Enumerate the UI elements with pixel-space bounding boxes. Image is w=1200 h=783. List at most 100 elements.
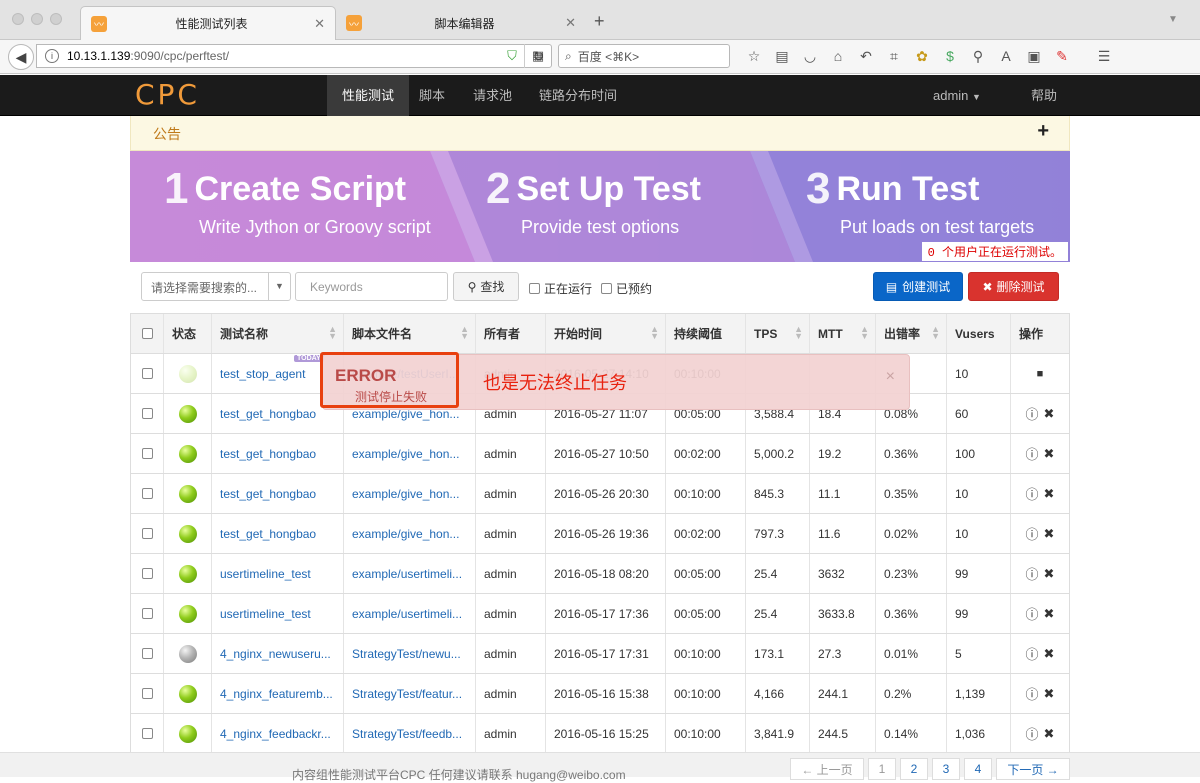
home-icon[interactable]: ⌂ [824,48,852,64]
script-link[interactable]: example/give_hon... [352,447,459,461]
info-circle-icon[interactable]: ⓘ [1026,524,1039,543]
caret-down-icon[interactable]: ▼ [268,273,290,300]
row-checkbox[interactable] [141,648,153,659]
delete-icon[interactable]: ✖ [1044,686,1055,702]
shield-icon[interactable]: ⛉ [499,48,525,64]
row-checkbox[interactable] [141,368,153,379]
reader-icon[interactable]: ▤ [768,48,796,65]
close-icon[interactable]: × [886,368,895,386]
th-start-time[interactable]: 开始时间 ▲ ▼ [545,314,665,353]
stop-icon[interactable]: ■ [1037,368,1044,380]
extension-icon[interactable]: ✿ [908,48,936,65]
info-circle-icon[interactable]: ⓘ [1026,404,1039,423]
script-link[interactable]: StrategyTest/featur... [352,687,462,701]
delete-icon[interactable]: ✖ [1044,726,1055,742]
site-logo[interactable]: CPC [135,78,200,111]
info-circle-icon[interactable]: ⓘ [1026,444,1039,463]
row-checkbox[interactable] [141,488,153,499]
nav-perftest[interactable]: 性能测试 [327,75,410,116]
user-menu[interactable]: admin ▼ [933,75,981,116]
back-arrow-icon[interactable]: ◀ [8,44,34,70]
info-icon[interactable]: i [45,49,59,63]
new-tab-button[interactable]: + [594,11,605,32]
test-name-link[interactable]: test_get_hongbao [220,487,316,501]
script-link[interactable]: StrategyTest/feedb... [352,727,462,741]
running-checkbox[interactable] [529,283,540,294]
undo-icon[interactable]: ↶ [852,48,880,65]
chevron-down-icon[interactable]: ▼ [1168,14,1178,25]
row-checkbox[interactable] [141,608,153,619]
row-checkbox[interactable] [141,528,153,539]
test-name-link[interactable]: test_stop_agent [220,367,305,381]
delete-test-button[interactable]: ✖ 删除测试 [968,272,1059,301]
filter-running[interactable]: 正在运行 [529,280,592,297]
star-icon[interactable]: ☆ [740,48,768,65]
menu-icon[interactable]: ☰ [1090,48,1118,65]
delete-icon[interactable]: ✖ [1044,646,1055,662]
delete-icon[interactable]: ✖ [1044,406,1055,422]
pocket-icon[interactable]: ◡ [796,48,824,65]
info-circle-icon[interactable]: ⓘ [1026,644,1039,663]
info-circle-icon[interactable]: ⓘ [1026,484,1039,503]
keywords-input[interactable]: Keywords [295,272,448,301]
info-circle-icon[interactable]: ⓘ [1026,604,1039,623]
nav-link-distribution[interactable]: 链路分布时间 [524,75,632,116]
test-name-link[interactable]: test_get_hongbao [220,407,316,421]
notification-icon[interactable]: ✎ [1048,48,1076,65]
nav-script[interactable]: 脚本 [404,75,460,116]
crop-icon[interactable]: ⌗ [880,48,908,65]
scheduled-checkbox[interactable] [601,283,612,294]
test-name-link[interactable]: usertimeline_test [220,567,311,581]
font-icon[interactable]: A [992,48,1020,64]
th-script[interactable]: 脚本文件名 ▲ ▼ [343,314,475,353]
delete-icon[interactable]: ✖ [1044,606,1055,622]
script-link[interactable]: example/give_hon... [352,527,459,541]
create-test-button[interactable]: ▤ 创建测试 [873,272,963,301]
info-circle-icon[interactable]: ⓘ [1026,724,1039,743]
test-name-link[interactable]: 4_nginx_newuseru... [220,647,331,661]
script-link[interactable]: example/usertimeli... [352,567,462,581]
close-window-button[interactable] [12,13,24,25]
row-checkbox[interactable] [141,568,153,579]
delete-icon[interactable]: ✖ [1044,446,1055,462]
row-checkbox[interactable] [141,728,153,739]
delete-icon[interactable]: ✖ [1044,526,1055,542]
minimize-window-button[interactable] [31,13,43,25]
test-name-link[interactable]: test_get_hongbao [220,527,316,541]
test-name-link[interactable]: test_get_hongbao [220,447,316,461]
th-error-rate[interactable]: 出错率 ▲ ▼ [875,314,946,353]
search-button[interactable]: ⚲ 查找 [453,272,519,301]
th-mtt[interactable]: MTT ▲ ▼ [809,314,875,353]
th-test-name[interactable]: 测试名称 ▲ ▼ [211,314,343,353]
expand-icon[interactable]: + [1037,120,1049,143]
extension-icon[interactable]: $ [936,48,964,64]
close-tab-icon[interactable]: ✕ [314,16,325,32]
th-tps[interactable]: TPS ▲ ▼ [745,314,809,353]
dictionary-icon[interactable]: ▣ [1020,48,1048,65]
zoom-window-button[interactable] [50,13,62,25]
info-circle-icon[interactable]: ⓘ [1026,564,1039,583]
url-bar[interactable]: i 10.13.1.139:9090/cpc/perftest/ ⛉ ▦ [36,44,552,68]
browser-tab-script-editor[interactable]: 〰 脚本编辑器 ✕ [336,6,586,40]
script-link[interactable]: StrategyTest/newu... [352,647,461,661]
nav-request-pool[interactable]: 请求池 [458,75,527,116]
search-field-select[interactable]: 请选择需要搜索的... ▼ [141,272,291,301]
test-name-link[interactable]: 4_nginx_feedbackr... [220,727,331,741]
script-link[interactable]: example/give_hon... [352,487,459,501]
search-icon[interactable]: ⚲ [964,48,992,65]
info-circle-icon[interactable]: ⓘ [1026,684,1039,703]
reload-icon[interactable]: ↻ [524,44,552,68]
script-link[interactable]: example/usertimeli... [352,607,462,621]
row-checkbox[interactable] [141,688,153,699]
test-name-link[interactable]: usertimeline_test [220,607,311,621]
help-link[interactable]: 帮助 [1031,75,1057,116]
close-tab-icon[interactable]: ✕ [565,15,576,31]
row-checkbox[interactable] [141,448,153,459]
row-checkbox[interactable] [141,408,153,419]
select-all-checkbox[interactable] [141,328,153,339]
delete-icon[interactable]: ✖ [1044,566,1055,582]
filter-scheduled[interactable]: 已预约 [601,280,652,297]
delete-icon[interactable]: ✖ [1044,486,1055,502]
test-name-link[interactable]: 4_nginx_featuremb... [220,687,333,701]
browser-search-input[interactable]: ⌕ 百度 <⌘K> [558,44,730,68]
